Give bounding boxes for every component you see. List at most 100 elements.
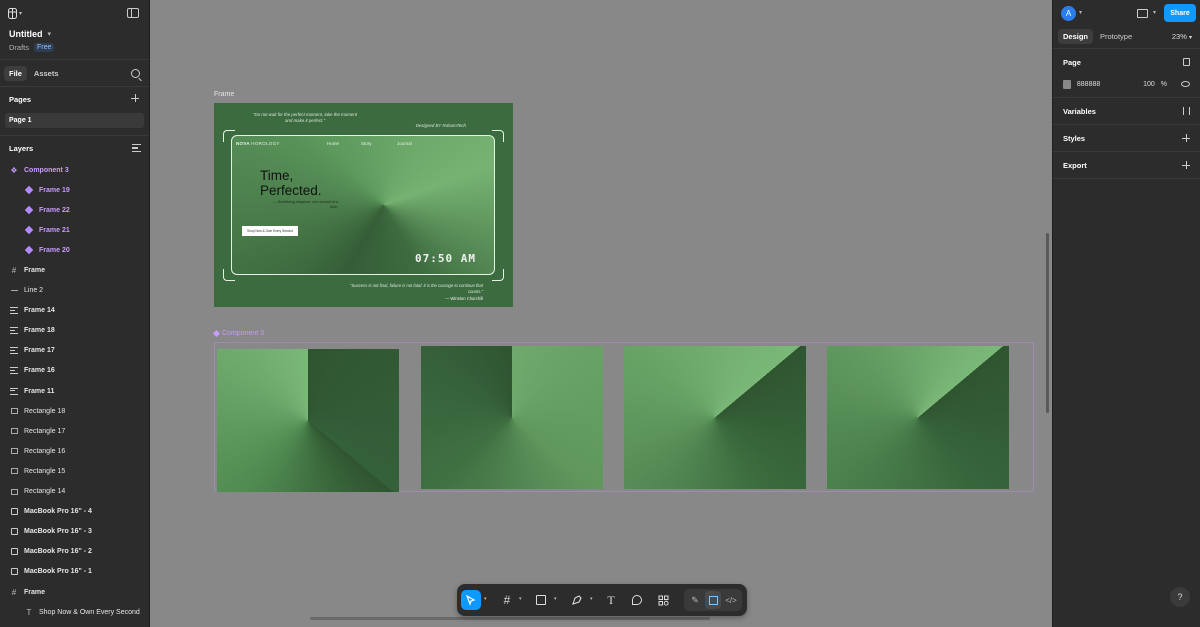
variant-frame-1[interactable] [217, 349, 399, 492]
search-icon[interactable] [131, 69, 140, 78]
frame-tool-button[interactable]: # [499, 590, 515, 610]
variant-icon [24, 205, 34, 215]
add-export-icon[interactable] [1182, 161, 1190, 169]
present-icon[interactable] [1137, 9, 1148, 18]
main-menu-button[interactable]: ▾ [8, 8, 22, 19]
layer-item[interactable]: Frame 22 [0, 200, 149, 220]
opacity-input[interactable]: 100 [1137, 81, 1155, 88]
rectangle-icon [9, 446, 19, 456]
layer-item[interactable]: Frame 11 [0, 381, 149, 401]
pages-heading: Pages [0, 87, 149, 111]
canvas[interactable]: Frame "Do not wait for the perfect momen… [150, 0, 1052, 627]
layer-item[interactable]: Frame 16 [0, 361, 149, 381]
layer-item[interactable]: Rectangle 17 [0, 421, 149, 441]
layer-item[interactable]: T Shop Now & Own Every Second [0, 602, 149, 622]
layers-list-icon[interactable] [132, 144, 141, 152]
page-color-input[interactable]: 888888 [1077, 81, 1131, 88]
hero-frame[interactable]: "Do not wait for the perfect moment, tak… [214, 103, 513, 307]
layers-heading-text: Layers [9, 143, 34, 153]
page-export-icon[interactable] [1183, 58, 1190, 66]
add-page-icon[interactable] [131, 94, 139, 102]
variables-title: Variables [1063, 106, 1096, 116]
variant-frame-4[interactable] [827, 346, 1009, 489]
styles-title: Styles [1063, 133, 1086, 143]
comment-tool-button[interactable] [629, 590, 645, 610]
layer-label: Frame 22 [39, 206, 70, 214]
move-tool-button[interactable] [461, 590, 481, 610]
layer-label: Frame 17 [24, 347, 55, 355]
layer-item[interactable]: MacBook Pro 16" - 3 [0, 522, 149, 542]
variables-icon[interactable] [1183, 107, 1190, 115]
layer-item[interactable]: ❖ Component 3 [0, 160, 149, 180]
chevron-down-icon[interactable]: ▾ [519, 596, 522, 602]
chevron-down-icon[interactable]: ▾ [1079, 9, 1082, 16]
add-style-icon[interactable] [1182, 134, 1190, 142]
right-panel: A ▾ ▾ Share Design Prototype 23% ▾ Page … [1052, 0, 1200, 627]
rectangle-icon [9, 406, 19, 416]
layer-item[interactable]: Frame 21 [0, 220, 149, 240]
layer-item[interactable]: Rectangle 16 [0, 441, 149, 461]
component-set-label[interactable]: Component 3 [212, 329, 264, 338]
tab-prototype[interactable]: Prototype [1095, 29, 1137, 44]
chevron-down-icon[interactable]: ▾ [1153, 9, 1156, 16]
design-mode-button[interactable] [705, 591, 721, 609]
actions-tool-button[interactable] [655, 590, 671, 610]
variant-frame-3[interactable] [624, 346, 806, 489]
layer-item[interactable]: Frame 14 [0, 301, 149, 321]
eye-icon[interactable] [1181, 81, 1191, 87]
chevron-down-icon: ▾ [1188, 35, 1192, 41]
draw-mode-button[interactable]: ✎ [687, 591, 703, 609]
avatar[interactable]: A [1061, 6, 1076, 21]
file-title[interactable]: Untitled ▾ [9, 29, 51, 39]
chevron-down-icon[interactable]: ▾ [590, 596, 593, 602]
shape-tool-button[interactable] [533, 590, 549, 610]
layer-item[interactable]: Frame 17 [0, 341, 149, 361]
layer-item[interactable]: Frame 18 [0, 321, 149, 341]
vertical-scrollbar[interactable] [1046, 233, 1049, 413]
color-swatch[interactable] [1063, 79, 1071, 89]
zoom-value: 23% [1171, 32, 1187, 41]
layer-item[interactable]: MacBook Pro 16" - 1 [0, 562, 149, 582]
layer-item[interactable]: # Frame [0, 260, 149, 280]
sidebar-toggle-icon[interactable] [127, 8, 139, 18]
tab-file[interactable]: File [4, 65, 27, 81]
share-button[interactable]: Share [1164, 4, 1196, 22]
zoom-level[interactable]: 23% ▾ [1172, 32, 1192, 41]
dev-mode-button[interactable]: </> [723, 591, 739, 609]
layer-label: Rectangle 17 [24, 427, 66, 435]
tab-assets[interactable]: Assets [29, 66, 64, 81]
figma-app: ▾ Untitled ▾ Drafts Free File Assets Pag… [0, 0, 1200, 627]
layer-item[interactable]: MacBook Pro 16" - 4 [0, 502, 149, 522]
chevron-down-icon[interactable]: ▾ [554, 596, 557, 602]
layer-label: Rectangle 15 [24, 467, 66, 475]
component-icon [212, 329, 221, 338]
rectangle-icon [536, 595, 546, 605]
code-icon: </> [725, 595, 737, 605]
page-item-1[interactable]: Page 1 [5, 113, 144, 128]
plan-badge: Free [34, 43, 55, 52]
drafts-link[interactable]: Drafts [9, 43, 29, 52]
component-set[interactable] [214, 342, 1034, 492]
page-section: Page 888888 100 % [1053, 49, 1200, 98]
layer-item[interactable]: Rectangle 18 [0, 401, 149, 421]
page-section-title: Page [1063, 57, 1081, 67]
help-button[interactable]: ? [1170, 587, 1190, 607]
layer-item[interactable]: Rectangle 14 [0, 482, 149, 502]
chevron-down-icon[interactable]: ▾ [484, 596, 487, 602]
layer-label: Rectangle 16 [24, 447, 66, 455]
comment-icon [632, 595, 642, 605]
layer-item[interactable]: Frame 20 [0, 240, 149, 260]
tab-design[interactable]: Design [1058, 29, 1094, 44]
layer-item[interactable]: Line 2 [0, 281, 149, 301]
layer-item[interactable]: Rectangle 15 [0, 461, 149, 481]
layer-label: MacBook Pro 16" - 4 [24, 508, 92, 516]
nav-journal: Journal [397, 141, 412, 146]
frame-name-label[interactable]: Frame [214, 91, 234, 98]
variant-frame-2[interactable] [421, 346, 603, 489]
text-tool-button[interactable]: T [603, 590, 619, 610]
pen-tool-button[interactable] [568, 590, 584, 610]
layer-item[interactable]: Frame 19 [0, 180, 149, 200]
layer-item[interactable]: MacBook Pro 16" - 2 [0, 542, 149, 562]
horizontal-scrollbar[interactable] [310, 617, 710, 620]
layer-item[interactable]: # Frame [0, 582, 149, 602]
